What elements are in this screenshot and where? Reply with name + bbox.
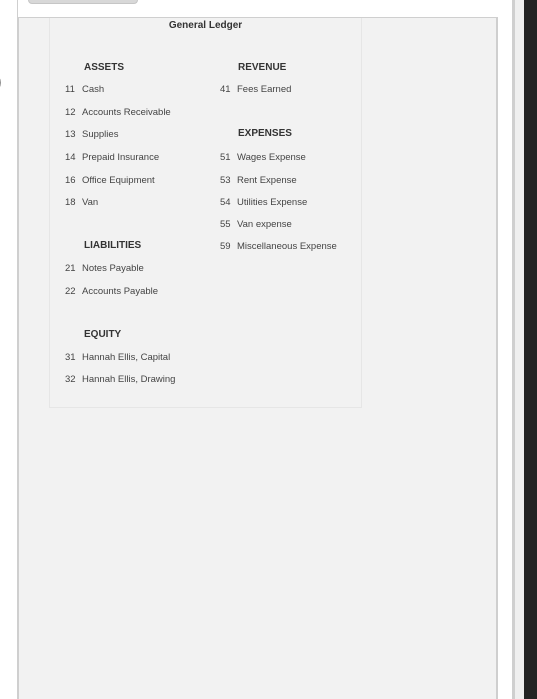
account-number: 59 [220,241,231,252]
account-number: 41 [220,84,231,95]
section-heading-revenue: REVENUE [238,62,287,73]
account-name: Prepaid Insurance [82,152,160,163]
account-name: Fees Earned [237,84,292,95]
account-row: 55 Van expense [220,219,292,230]
account-row: 12 Accounts Receivable [65,107,171,118]
account-row: 11 Cash [65,84,104,95]
account-name: Miscellaneous Expense [237,241,337,252]
account-name: Hannah Ellis, Capital [82,352,171,363]
scrollbar-track[interactable] [512,0,524,699]
content-panel: General Ledger ASSETS 11 Cash 12 Accounts … [17,18,498,699]
account-name: Hannah Ellis, Drawing [82,374,176,385]
account-name: Notes Payable [82,263,144,274]
account-number: 31 [65,352,76,363]
account-row: 31 Hannah Ellis, Capital [65,352,170,363]
account-name: Accounts Receivable [82,107,171,118]
account-name: Van expense [237,219,292,230]
window-gap [498,0,512,699]
ledger-title: General Ledger [168,20,243,31]
account-row: 14 Prepaid Insurance [65,152,159,163]
section-heading-liabilities: LIABILITIES [84,240,142,251]
account-number: 54 [220,197,231,208]
account-name: Wages Expense [237,152,306,163]
account-row: 53 Rent Expense [220,175,297,186]
account-name: Utilities Expense [237,197,308,208]
account-row: 18 Van [65,197,98,208]
top-button[interactable] [28,0,138,4]
account-number: 16 [65,175,76,186]
account-number: 22 [65,286,76,297]
account-row: 41 Fees Earned [220,84,291,95]
account-number: 51 [220,152,231,163]
section-heading-assets: ASSETS [84,62,125,73]
account-row: 21 Notes Payable [65,263,144,274]
account-row: 59 Miscellaneous Expense [220,241,337,252]
account-number: 13 [65,129,76,140]
partial-glyph: ) [0,68,2,96]
account-name: Van [82,197,99,208]
account-name: Office Equipment [82,175,155,186]
account-number: 32 [65,374,76,385]
general-ledger-card: General Ledger ASSETS 11 Cash 12 Accounts … [49,18,362,408]
account-name: Supplies [82,129,119,140]
account-name: Cash [82,84,105,95]
top-pane [17,0,500,18]
account-number: 14 [65,152,76,163]
account-row: 16 Office Equipment [65,175,155,186]
account-row: 13 Supplies [65,129,118,140]
section-heading-expenses: EXPENSES [238,128,292,139]
account-number: 18 [65,197,76,208]
account-row: 54 Utilities Expense [220,197,307,208]
account-number: 21 [65,263,76,274]
account-row: 32 Hannah Ellis, Drawing [65,374,175,385]
account-row: 22 Accounts Payable [65,286,158,297]
account-name: Accounts Payable [82,286,159,297]
account-row: 51 Wages Expense [220,152,306,163]
account-number: 11 [65,84,75,95]
section-heading-equity: EQUITY [84,329,122,340]
account-number: 12 [65,107,76,118]
account-number: 55 [220,219,231,230]
account-name: Rent Expense [237,175,297,186]
account-number: 53 [220,175,231,186]
dark-side-panel [524,0,537,699]
